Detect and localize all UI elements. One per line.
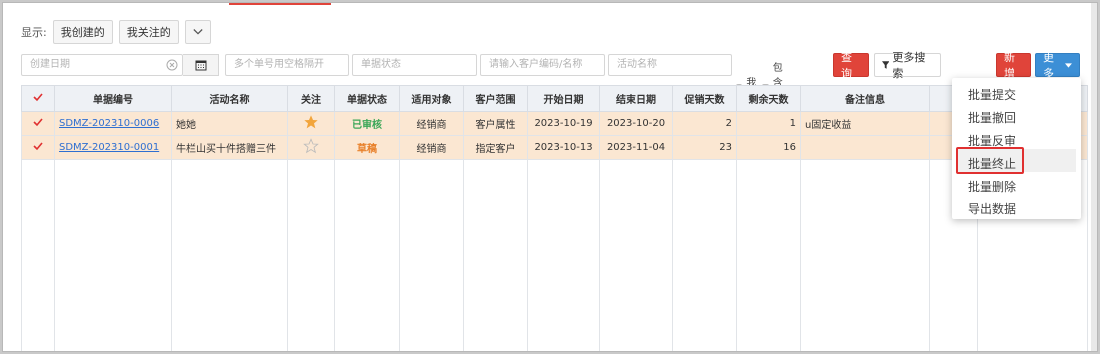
customer-input[interactable]: 请输入客户编码/名称 <box>480 54 605 76</box>
remark-cell: u固定收益 <box>800 111 930 136</box>
highlight-annotation-box <box>956 147 1024 174</box>
calendar-icon <box>195 60 206 71</box>
remark-cell <box>800 135 930 160</box>
header-code[interactable]: 单据编号 <box>54 85 172 112</box>
create-date-input[interactable]: 创建日期 <box>21 54 183 76</box>
display-label: 显示: <box>21 26 47 39</box>
header-target[interactable]: 适用对象 <box>399 85 464 112</box>
scope-cell: 指定客户 <box>463 135 528 160</box>
star-outline-icon[interactable] <box>303 138 319 154</box>
checkmark-icon[interactable] <box>32 116 44 128</box>
order-code-link[interactable]: SDMZ-202310-0006 <box>59 118 159 129</box>
days-cell: 23 <box>672 135 737 160</box>
status-badge: 已审核 <box>334 111 400 136</box>
active-tab-indicator <box>229 3 331 5</box>
header-name[interactable]: 活动名称 <box>171 85 288 112</box>
status-select[interactable]: 单据状态 <box>352 54 477 76</box>
row-checkbox[interactable] <box>21 111 55 136</box>
row-checkbox[interactable] <box>21 135 55 160</box>
menu-item-batch-delete[interactable]: 批量删除 <box>968 178 1016 195</box>
follow-cell[interactable] <box>287 111 335 136</box>
follow-cell[interactable] <box>287 135 335 160</box>
mine-created-button[interactable]: 我创建的 <box>52 20 113 44</box>
empty-area <box>21 159 1088 351</box>
more-search-label: 更多搜索 <box>892 51 926 80</box>
header-scope[interactable]: 客户范围 <box>463 85 528 112</box>
menu-item-batch-submit[interactable]: 批量提交 <box>968 86 1016 103</box>
start-date-cell: 2023-10-13 <box>527 135 600 160</box>
activity-name: 牛栏山买十件搭赠三件 <box>171 135 288 160</box>
menu-item-batch-withdraw[interactable]: 批量撤回 <box>968 109 1016 126</box>
add-button[interactable]: 新增 <box>996 51 1031 80</box>
table-row[interactable]: SDMZ-202310-0001 牛栏山买十件搭赠三件 草稿 经销商 指定客户 … <box>21 135 1088 160</box>
orders-table: 单据编号 活动名称 关注 单据状态 适用对象 客户范围 开始日期 结束日期 促销… <box>21 85 1088 351</box>
header-end[interactable]: 结束日期 <box>599 85 673 112</box>
activity-name-input[interactable]: 活动名称 <box>608 54 732 76</box>
menu-item-export-data[interactable]: 导出数据 <box>968 200 1016 217</box>
header-days[interactable]: 促销天数 <box>672 85 737 112</box>
remaining-cell: 1 <box>736 111 801 136</box>
table-row[interactable]: SDMZ-202310-0006 她她 已审核 经销商 客户属性 2023-10… <box>21 111 1088 136</box>
header-remark[interactable]: 备注信息 <box>800 85 930 112</box>
followed-button[interactable]: 我关注的 <box>118 20 179 44</box>
caret-down-icon <box>1065 62 1072 68</box>
end-date-cell: 2023-10-20 <box>599 111 673 136</box>
more-search-button[interactable]: 更多搜索 <box>874 51 941 80</box>
header-remaining[interactable]: 剩余天数 <box>736 85 801 112</box>
filter-dropdown-button[interactable] <box>184 20 211 44</box>
query-button[interactable]: 查询 <box>833 51 869 80</box>
header-follow[interactable]: 关注 <box>287 85 335 112</box>
display-filter: 显示: 我创建的 我关注的 <box>21 20 211 44</box>
select-all-cell[interactable] <box>21 85 55 112</box>
end-date-cell: 2023-11-04 <box>599 135 673 160</box>
table-header: 单据编号 活动名称 关注 单据状态 适用对象 客户范围 开始日期 结束日期 促销… <box>21 85 1088 112</box>
status-badge: 草稿 <box>334 135 400 160</box>
header-start[interactable]: 开始日期 <box>527 85 600 112</box>
more-dropdown-menu: 批量提交 批量撤回 批量反审 批量终止 批量删除 导出数据 <box>952 78 1081 219</box>
activity-name: 她她 <box>171 111 288 136</box>
target-cell: 经销商 <box>399 111 464 136</box>
scrollbar[interactable] <box>1091 3 1097 351</box>
filter-icon <box>882 61 890 69</box>
more-button[interactable]: 更多 <box>1035 51 1080 80</box>
app-frame: 显示: 我创建的 我关注的 创建日期 多个单号用空格隔开 单据状态 请输入客户编… <box>2 2 1098 352</box>
checkmark-icon[interactable] <box>32 140 44 152</box>
order-number-input[interactable]: 多个单号用空格隔开 <box>225 54 349 76</box>
remaining-cell: 16 <box>736 135 801 160</box>
start-date-cell: 2023-10-19 <box>527 111 600 136</box>
chevron-down-icon <box>193 29 203 35</box>
scope-cell: 客户属性 <box>463 111 528 136</box>
target-cell: 经销商 <box>399 135 464 160</box>
order-code-link[interactable]: SDMZ-202310-0001 <box>59 142 159 153</box>
checkmark-icon[interactable] <box>32 91 44 103</box>
calendar-button[interactable] <box>183 54 219 76</box>
clear-icon[interactable] <box>166 59 178 71</box>
days-cell: 2 <box>672 111 737 136</box>
star-filled-icon[interactable] <box>303 114 319 130</box>
header-status[interactable]: 单据状态 <box>334 85 400 112</box>
more-label: 更多 <box>1043 51 1054 80</box>
